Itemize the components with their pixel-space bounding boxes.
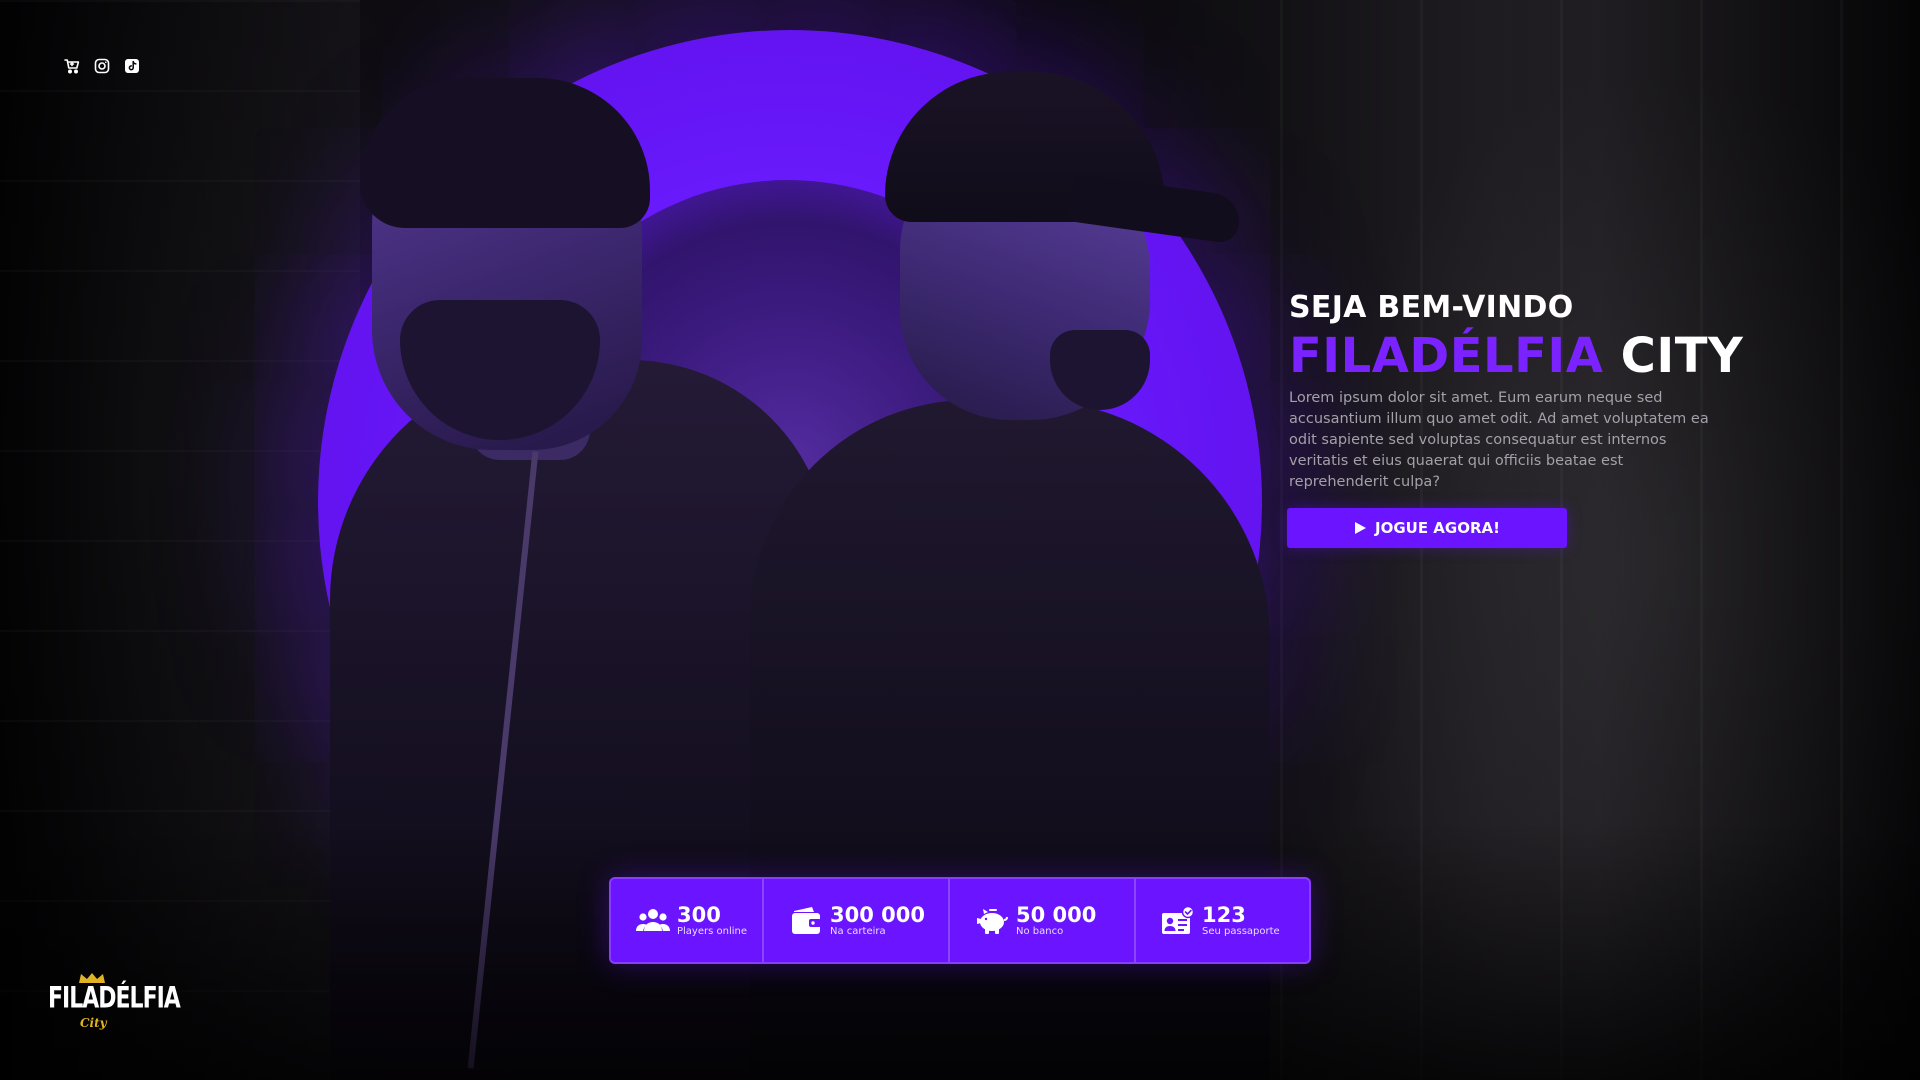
instagram-icon[interactable] [94, 58, 110, 74]
social-links [64, 58, 140, 74]
stat-label: Seu passaporte [1202, 925, 1280, 937]
stat-players-online: 300 Players online [611, 879, 764, 962]
hero-title-rest: CITY [1603, 328, 1744, 384]
hero-welcome: SEJA BEM-VINDO [1289, 290, 1574, 325]
logo-subtext: City [80, 1016, 107, 1030]
stat-value: 300 000 [830, 902, 925, 927]
stat-bank: 50 000 No banco [950, 879, 1136, 962]
stat-label: Players online [677, 925, 748, 937]
hero-title-accent: FILADÉLFIA [1289, 328, 1604, 384]
cart-icon[interactable] [64, 58, 80, 74]
users-icon [635, 905, 671, 937]
play-icon [1354, 521, 1367, 535]
tiktok-icon[interactable] [124, 58, 140, 74]
stats-bar: 300 Players online 300 000 Na carteira 5… [609, 877, 1311, 964]
piggy-bank-icon [974, 905, 1010, 937]
stat-label: No banco [1016, 925, 1064, 937]
play-now-label: JOGUE AGORA! [1375, 519, 1500, 537]
hero-title: FILADÉLFIA CITY [1289, 328, 1743, 384]
hero-section: SEJA BEM-VINDO FILADÉLFIA CITY Lorem ips… [1289, 290, 1743, 493]
wallet-icon [788, 905, 824, 937]
play-now-button[interactable]: JOGUE AGORA! [1287, 508, 1567, 548]
passport-id-icon [1160, 905, 1196, 937]
stat-wallet: 300 000 Na carteira [764, 879, 950, 962]
stat-value: 50 000 [1016, 902, 1097, 927]
hero-description: Lorem ipsum dolor sit amet. Eum earum ne… [1289, 390, 1709, 490]
stat-value: 123 [1202, 902, 1246, 927]
logo-wordmark: FILADÉLFIA [48, 982, 181, 1016]
stat-passport: 123 Seu passaporte [1136, 879, 1309, 962]
stat-value: 300 [677, 902, 721, 927]
app-stage: SEJA BEM-VINDO FILADÉLFIA CITY Lorem ips… [0, 0, 1920, 1080]
stat-label: Na carteira [830, 925, 886, 937]
brand-logo[interactable]: FILADÉLFIA City [48, 972, 181, 1034]
